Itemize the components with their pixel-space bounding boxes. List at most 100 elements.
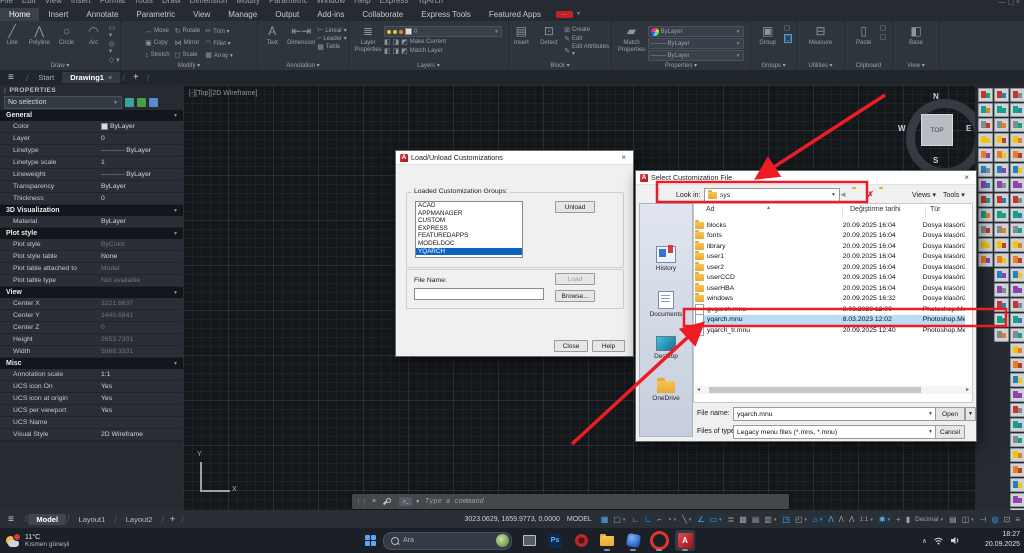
- property-value[interactable]: Yes: [101, 407, 183, 414]
- property-value[interactable]: ByLayer: [101, 218, 183, 225]
- palette-tool-button[interactable]: [1010, 463, 1024, 477]
- tool-dimension[interactable]: ⇤⇥Dimension: [288, 23, 314, 61]
- status-toggle-18[interactable]: Λ: [847, 514, 856, 525]
- property-value[interactable]: 0: [101, 135, 183, 142]
- palette-tool-button[interactable]: [994, 118, 1009, 132]
- tool-move[interactable]: ↔Move: [145, 25, 170, 37]
- palette-tool-button[interactable]: [1010, 193, 1024, 207]
- ribbon-tab-view[interactable]: View: [184, 8, 219, 21]
- palette-tool-button[interactable]: [978, 103, 993, 117]
- palette-tool-button[interactable]: [978, 148, 993, 162]
- panel-label-modify[interactable]: Modify ▾: [121, 62, 257, 69]
- palette-tool-button[interactable]: [994, 133, 1009, 147]
- palette-tool-button[interactable]: [994, 103, 1009, 117]
- palette-tool-button[interactable]: [978, 133, 993, 147]
- look-in-dropdown[interactable]: sys ▼: [704, 188, 840, 202]
- palette-tool-button[interactable]: [994, 328, 1009, 342]
- palette-tool-button[interactable]: [994, 223, 1009, 237]
- tab-drawing1[interactable]: Drawing1×: [62, 72, 120, 83]
- section-header-3d-visualization[interactable]: 3D Visualization▼: [0, 205, 183, 216]
- menu-item-window[interactable]: Window: [317, 0, 345, 8]
- load-button[interactable]: Load: [555, 273, 595, 285]
- weather-widget[interactable]: 11°C Kısmen güneşli: [6, 534, 69, 548]
- palette-tool-button[interactable]: [1010, 208, 1024, 222]
- status-toggle-11[interactable]: ▤: [750, 514, 762, 525]
- tool-copy[interactable]: ▣Copy: [145, 37, 170, 49]
- help-button[interactable]: Help: [592, 340, 625, 352]
- property-value[interactable]: 1:1: [101, 371, 183, 378]
- palette-tool-button[interactable]: [1010, 133, 1024, 147]
- place-desktop[interactable]: Desktop: [640, 336, 692, 360]
- ribbon-tab-home[interactable]: Home: [0, 8, 39, 21]
- layout-tab-layout1[interactable]: Layout1: [71, 514, 114, 525]
- palette-tool-button[interactable]: [1010, 103, 1024, 117]
- menu-item-format[interactable]: Format: [100, 0, 125, 8]
- file-dialog-titlebar[interactable]: A Select Customization File ×: [636, 171, 976, 185]
- palette-tool-button[interactable]: [994, 238, 1009, 252]
- property-value[interactable]: Model: [101, 265, 183, 272]
- tool-match-properties[interactable]: ▰MatchProperties: [619, 23, 645, 61]
- status-toggle-12[interactable]: ▥▼: [762, 514, 779, 525]
- menu-item-express[interactable]: Express: [380, 0, 409, 8]
- status-toggle-13[interactable]: ◳: [780, 514, 792, 525]
- new-tab-button[interactable]: +: [133, 72, 139, 83]
- palette-tool-button[interactable]: [994, 193, 1009, 207]
- section-header-plot-style[interactable]: Plot style▼: [0, 228, 183, 239]
- palette-tool-button[interactable]: [1010, 268, 1024, 282]
- ribbon-tab-parametric[interactable]: Parametric: [127, 8, 184, 21]
- quick-select-icon[interactable]: [149, 98, 158, 107]
- palette-tool-button[interactable]: [1010, 478, 1024, 492]
- menu-item-tools[interactable]: Tools: [134, 0, 153, 8]
- panel-label-layers[interactable]: Layers ▾: [349, 62, 508, 69]
- menu-item-draw[interactable]: Draw: [162, 0, 181, 8]
- place-onedrive[interactable]: OneDrive: [640, 381, 692, 402]
- section-header-misc[interactable]: Misc▼: [0, 358, 183, 369]
- tool-make-current[interactable]: ◧ ◨ ◩Make Current: [384, 38, 502, 46]
- palette-tool-button[interactable]: [978, 223, 993, 237]
- tool-create[interactable]: ⊞Create: [564, 26, 611, 34]
- group-item-express[interactable]: EXPRESS: [416, 225, 522, 233]
- status-toggle-1[interactable]: ▢▼: [611, 514, 628, 525]
- property-value[interactable]: ByLayer: [101, 123, 183, 130]
- browse-button[interactable]: Browse...: [555, 290, 595, 302]
- section-header-view[interactable]: View▼: [0, 287, 183, 298]
- status-toggle-5[interactable]: ◔▼: [665, 514, 679, 525]
- cancel-button[interactable]: Cancel: [935, 425, 965, 439]
- open-split-caret[interactable]: ▼: [965, 407, 976, 421]
- ribbon-tab-output[interactable]: Output: [266, 8, 308, 21]
- command-close-icon[interactable]: ×: [372, 498, 376, 505]
- status-toggle-3[interactable]: ∟: [642, 514, 654, 525]
- file-row-userHBA[interactable]: userHBA20.09.2025 16:04Dosya klasörü: [695, 283, 965, 294]
- property-value[interactable]: 0: [101, 324, 183, 331]
- collapse-caret-icon[interactable]: ▼: [173, 290, 178, 296]
- property-dropdown-1[interactable]: ———ByLayer▼: [648, 38, 744, 49]
- tool-rotate[interactable]: ↻Rotate: [175, 25, 201, 37]
- tool-stretch[interactable]: ↕Stretch: [145, 49, 170, 61]
- palette-tool-button[interactable]: [1010, 418, 1024, 432]
- palette-tool-button[interactable]: [994, 298, 1009, 312]
- scrollbar-thumb[interactable]: [709, 387, 921, 393]
- file-row-userCCD[interactable]: userCCD20.09.2025 16:04Dosya klasörü: [695, 273, 965, 284]
- layer-state-icon[interactable]: [399, 30, 403, 34]
- status-toggle-15[interactable]: ⌂▼: [811, 514, 825, 525]
- tools-menu[interactable]: Tools ▾: [943, 191, 965, 199]
- status-toggle-17[interactable]: Λ: [837, 514, 846, 525]
- tool-linear[interactable]: ⊢Linear ▾: [317, 26, 346, 34]
- palette-tool-button[interactable]: [978, 193, 993, 207]
- layer-state-icon[interactable]: [393, 30, 397, 34]
- draw-mini-icon[interactable]: ◎ ▾: [109, 41, 120, 55]
- palette-tool-button[interactable]: [978, 178, 993, 192]
- ribbon-tab-annotate[interactable]: Annotate: [77, 8, 127, 21]
- column-name[interactable]: Ad: [706, 206, 715, 218]
- file-dialog-close-icon[interactable]: ×: [961, 173, 972, 182]
- palette-tool-button[interactable]: [1010, 118, 1024, 132]
- palette-tool-button[interactable]: [978, 208, 993, 222]
- status-toggle-23[interactable]: Decimal▼: [913, 515, 946, 524]
- layer-state-icon[interactable]: [387, 30, 391, 34]
- panel-label-groups[interactable]: Groups ▾: [751, 62, 796, 69]
- menu-item-file[interactable]: File: [0, 0, 13, 8]
- property-dropdown-2[interactable]: ———ByLayer▼: [648, 50, 744, 61]
- status-toggle-16[interactable]: Λ: [826, 514, 835, 525]
- palette-tool-button[interactable]: [978, 238, 993, 252]
- palette-tool-button[interactable]: [1010, 388, 1024, 402]
